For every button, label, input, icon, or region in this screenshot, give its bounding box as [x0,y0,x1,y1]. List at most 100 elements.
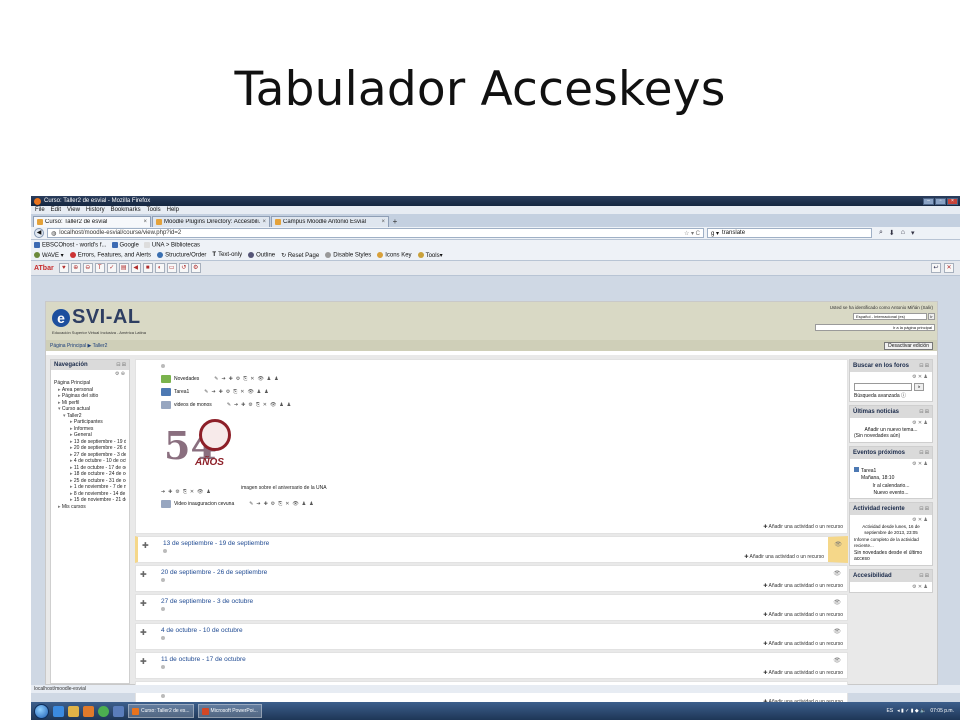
settings-icon[interactable]: ⚙ [190,263,201,273]
add-activity-link[interactable]: ✚ Añadir una actividad o un recurso [763,612,843,618]
reset-atbar-icon[interactable]: ↺ [178,263,189,273]
spell-icon[interactable]: ✓ [106,263,117,273]
speak-icon[interactable]: ◀ [130,263,141,273]
toggle-edit-button[interactable]: Desactivar edición [884,341,933,350]
activity-edit-controls[interactable]: ✎ ➔ ✚ ⚙ ⎘ ✕ 👁 ♟ ♟ [214,376,279,382]
zoom-out-icon[interactable]: ⊖ [82,263,93,273]
text-only-button[interactable]: T Text-only [212,252,242,258]
atbar-close-icon[interactable]: ✕ [944,263,954,273]
new-tab-button[interactable]: + [390,217,400,227]
ruler-icon[interactable]: ▭ [166,263,177,273]
move-handle-icon[interactable]: ✚ [140,599,147,608]
url-controls[interactable]: ☆ ▾ C [684,230,703,237]
activity-novedades[interactable]: Novedades ✎ ➔ ✚ ⚙ ⎘ ✕ 👁 ♟ ♟ [161,372,822,385]
new-event-link[interactable]: Nuevo evento... [854,490,928,497]
menu-chevron-icon[interactable]: ▾ [911,229,915,237]
errors-button[interactable]: Errors, Features, and Alerts [69,251,151,258]
nav-item[interactable]: ▸ Mis cursos [54,504,126,511]
add-activity-link[interactable]: ✚ Añadir una actividad o un recurso [763,641,843,647]
reset-page-button[interactable]: ↻ Reset Page [281,252,319,259]
atbar-help-icon[interactable]: ↩ [931,263,941,273]
language-select[interactable]: Español - Internacional (es) [853,313,927,320]
block-dock-icons[interactable]: ⊟ ⊞ [919,449,929,457]
home-icon[interactable]: ⌂ [901,229,905,237]
font-icon[interactable]: T [94,263,105,273]
windows-start-button[interactable] [34,703,49,719]
eye-icon[interactable]: 👁 [833,599,841,606]
block-dock-icons[interactable]: ⊟ ⊞ [116,362,126,368]
tab-curso-taller2[interactable]: Curso: Taller2 de esvial × [33,216,151,227]
activity-label[interactable]: Tarea1 [174,389,189,395]
bookmark-google[interactable]: Google [111,241,139,248]
block-dock-icons[interactable]: ⊟ ⊞ [919,362,929,370]
add-activity-link[interactable]: ✚ Añadir una actividad o un recurso [763,670,843,676]
tab-moodle-plugins[interactable]: Moodle Plugins Directory: Accesibili... … [152,216,270,227]
tab-close-icon[interactable]: × [143,219,147,225]
menu-history[interactable]: History [86,207,105,213]
outline-button[interactable]: Outline [248,251,275,258]
url-bar[interactable]: ◍ localhost/moodle-esvial/course/view.ph… [47,228,704,238]
chrome-icon[interactable] [98,705,109,717]
activity-label[interactable]: Video inauguracion cevuna [174,501,234,507]
activity-edit-controls[interactable]: ✎ ➔ ✚ ⚙ ⎘ ✕ 👁 ♟ ♟ [204,389,269,395]
advanced-search-link[interactable]: Búsqueda avanzada ⓘ [854,393,928,400]
zoom-in-icon[interactable]: ⊕ [70,263,81,273]
login-info[interactable]: Usted se ha identificado como Antonio Mi… [830,305,933,310]
block-dock-icons[interactable]: ⊟ ⊞ [919,572,929,580]
block-action-icons[interactable]: ⚙ ✕ ♟ [854,374,928,381]
tab-close-icon[interactable]: × [381,219,385,225]
tab-close-icon[interactable]: × [262,219,266,225]
block-dock-icons[interactable]: ⊟ ⊞ [919,505,929,513]
language-go-button[interactable]: Ir [928,313,935,320]
tab-campus-moodle[interactable]: Campus Moodle Antonio Esvial × [271,216,389,227]
icons-key-button[interactable]: Icons Key [377,251,412,258]
back-arrow-icon[interactable]: ◀ [34,228,44,238]
full-report-link[interactable]: Informe completo de la actividad recient… [854,537,928,550]
media-player-icon[interactable] [83,705,94,717]
block-dock-icons[interactable]: ⊟ ⊞ [919,408,929,416]
block-action-icons[interactable]: ⚙ ✕ ♟ [854,584,928,591]
search-forums-input[interactable] [854,382,912,391]
section-title[interactable]: 13 de septiembre - 19 de septiembre [163,540,269,547]
structure-button[interactable]: Structure/Order [157,251,206,258]
menu-edit[interactable]: Edit [51,207,61,213]
block-action-icons[interactable]: ⚙ ⊕ [51,370,129,378]
menu-bookmarks[interactable]: Bookmarks [111,207,141,213]
menu-file[interactable]: File [35,207,45,213]
section-title[interactable]: 27 de septiembre - 3 de octubre [161,598,253,605]
activity-edit-controls[interactable]: ✎ ➔ ✚ ⚙ ⎘ ✕ 👁 ♟ ♟ [249,501,314,507]
eye-icon[interactable]: 👁 [833,570,841,577]
move-handle-icon[interactable]: ✚ [140,657,147,666]
menu-view[interactable]: View [67,207,80,213]
heart-icon[interactable]: ♥ [58,263,69,273]
taskbar-firefox[interactable]: Curso: Taller2 de es... [128,704,194,718]
stop-icon[interactable]: ■ [142,263,153,273]
activity-tarea1[interactable]: Tarea1 ✎ ➔ ✚ ⚙ ⎘ ✕ 👁 ♟ ♟ [161,385,822,398]
bookmark-una[interactable]: UNA > Bibliotecas [143,241,200,248]
minimize-button[interactable]: – [923,197,934,205]
move-handle-icon[interactable]: ✚ [142,541,149,550]
add-activity-link[interactable]: ✚ Añadir una actividad o un recurso [763,524,843,530]
eye-icon[interactable]: 👁 [833,628,841,635]
menu-tools[interactable]: Tools [147,207,161,213]
folder-icon[interactable] [68,705,79,717]
tray-icons[interactable]: ◂ ▮ ✓ ▮ ◆ 🔈 [897,708,926,714]
eye-icon[interactable]: 👁 [833,657,841,664]
download-icon[interactable]: ⬇ [889,229,895,237]
activity-video-inauguracion[interactable]: Video inauguracion cevuna ✎ ➔ ✚ ⚙ ⎘ ✕ 👁 … [161,497,822,510]
search-bar[interactable]: g ▾ translate [707,228,872,238]
ie-icon[interactable] [53,705,64,717]
maximize-button[interactable]: ▫ [935,197,946,205]
activity-videos-monos[interactable]: videos de monos ✎ ➔ ✚ ⚙ ⎘ ✕ 👁 ♟ ♟ [161,398,822,411]
activity-label[interactable]: Novedades [174,376,199,382]
search-icon[interactable]: ⌕ [879,229,883,237]
add-activity-link[interactable]: ✚ Añadir una actividad o un recurso [744,554,824,560]
taskbar-powerpoint[interactable]: Microsoft PowerPoi... [197,704,262,718]
wave-button[interactable]: WAVE ▾ [34,251,64,259]
clock[interactable]: 07:05 p.m. [930,708,954,714]
add-activity-link[interactable]: ✚ Añadir una actividad o un recurso [763,583,843,589]
event-item[interactable]: Tarea1 [854,467,928,475]
section-title[interactable]: 20 de septiembre - 26 de septiembre [161,569,267,576]
dictionary-icon[interactable]: ▤ [118,263,129,273]
activity-edit-controls[interactable]: ✎ ➔ ✚ ⚙ ⎘ ✕ 👁 ♟ ♟ [227,402,292,408]
